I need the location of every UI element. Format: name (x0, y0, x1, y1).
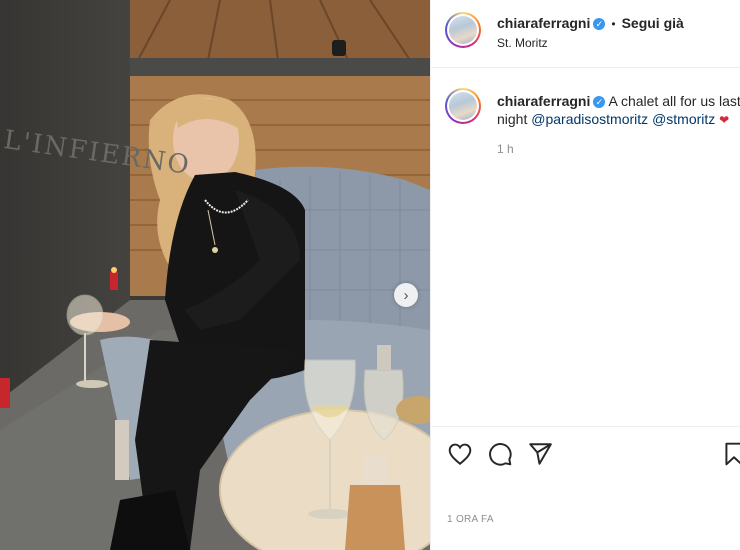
chevron-right-icon: › (403, 286, 409, 304)
post-photo[interactable]: L'INFIERNO › (0, 0, 430, 550)
action-bar (431, 426, 740, 487)
post-photo-illustration (0, 0, 430, 550)
follow-button[interactable]: Segui già (622, 15, 684, 31)
post-author-username[interactable]: chiaraferragni (497, 15, 590, 31)
separator-dot: • (611, 17, 616, 31)
verified-badge-icon: ✓ (593, 96, 606, 108)
post-sidebar: chiaraferragni ✓ • Segui già St. Moritz chi… (430, 0, 740, 550)
post-timestamp[interactable]: 1 ORA FA (447, 514, 494, 525)
caption-avatar[interactable] (445, 88, 481, 124)
bookmark-icon[interactable] (721, 441, 740, 467)
caption-text: chiaraferragni ✓ A chalet all for us last… (497, 92, 740, 129)
post-location[interactable]: St. Moritz (497, 36, 548, 50)
next-photo-button[interactable]: › (394, 283, 418, 307)
post-header: chiaraferragni ✓ • Segui già St. Moritz (431, 0, 740, 68)
heart-icon[interactable] (447, 441, 473, 467)
verified-badge-icon: ✓ (593, 18, 606, 30)
avatar[interactable] (445, 12, 481, 48)
avatar-image (449, 16, 477, 44)
caption-username[interactable]: chiaraferragni (497, 93, 590, 109)
avatar-image (449, 92, 477, 120)
mention-link[interactable]: @paradisostmoritz (531, 111, 648, 127)
caption-time[interactable]: 1 h (497, 142, 514, 156)
comment-icon[interactable] (487, 441, 513, 467)
share-icon[interactable] (527, 441, 553, 467)
mention-link[interactable]: @stmoritz (652, 111, 715, 127)
heart-emoji-icon: ❤ (719, 113, 730, 127)
